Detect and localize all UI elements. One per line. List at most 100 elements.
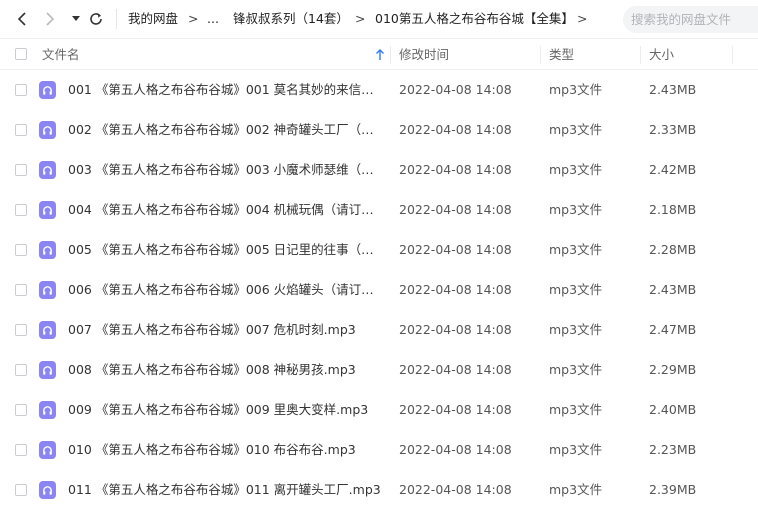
caret-down-icon <box>72 16 80 21</box>
file-name[interactable]: 010 《第五人格之布谷布谷城》010 布谷布谷.mp3 <box>68 442 386 458</box>
breadcrumb-separator: > <box>355 11 366 26</box>
row-checkbox[interactable] <box>15 404 27 416</box>
row-checkbox[interactable] <box>15 324 27 336</box>
file-type: mp3文件 <box>549 282 603 297</box>
breadcrumb-current-folder[interactable]: 010第五人格之布谷布谷城【全集】 <box>375 11 574 27</box>
headphones-icon <box>39 241 56 259</box>
row-checkbox[interactable] <box>15 124 27 136</box>
file-type: mp3文件 <box>549 442 603 457</box>
file-row[interactable]: 007 《第五人格之布谷布谷城》007 危机时刻.mp3 2022-04-08 … <box>0 310 758 350</box>
headphones-icon <box>39 361 56 379</box>
file-size: 2.43MB <box>649 282 697 297</box>
column-header-name[interactable]: 文件名 <box>42 47 80 63</box>
file-modified: 2022-04-08 14:08 <box>399 162 512 177</box>
file-name[interactable]: 006 《第五人格之布谷布谷城》006 火焰罐头（请订阅+... <box>68 282 386 298</box>
headphones-icon <box>39 81 56 99</box>
file-type: mp3文件 <box>549 162 603 177</box>
file-row[interactable]: 010 《第五人格之布谷布谷城》010 布谷布谷.mp3 2022-04-08 … <box>0 430 758 470</box>
file-type: mp3文件 <box>549 122 603 137</box>
file-type: mp3文件 <box>549 402 603 417</box>
file-size: 2.39MB <box>649 482 697 497</box>
file-name[interactable]: 008 《第五人格之布谷布谷城》008 神秘男孩.mp3 <box>68 362 386 378</box>
file-size: 2.23MB <box>649 442 697 457</box>
file-name[interactable]: 009 《第五人格之布谷布谷城》009 里奥大变样.mp3 <box>68 402 386 418</box>
history-dropdown-button[interactable] <box>66 9 86 29</box>
column-divider[interactable] <box>732 46 733 64</box>
toolbar-divider <box>116 9 117 29</box>
row-checkbox[interactable] <box>15 244 27 256</box>
row-checkbox[interactable] <box>15 484 27 496</box>
headphones-icon <box>39 401 56 419</box>
file-name[interactable]: 004 《第五人格之布谷布谷城》004 机械玩偶（请订阅+... <box>68 202 386 218</box>
file-modified: 2022-04-08 14:08 <box>399 322 512 337</box>
file-row[interactable]: 005 《第五人格之布谷布谷城》005 日记里的往事（请订... 2022-04… <box>0 230 758 270</box>
file-modified: 2022-04-08 14:08 <box>399 362 512 377</box>
headphones-icon <box>39 161 56 179</box>
file-size: 2.18MB <box>649 202 697 217</box>
refresh-icon <box>90 13 102 25</box>
file-row[interactable]: 004 《第五人格之布谷布谷城》004 机械玩偶（请订阅+... 2022-04… <box>0 190 758 230</box>
column-divider[interactable] <box>640 46 641 64</box>
file-row[interactable]: 008 《第五人格之布谷布谷城》008 神秘男孩.mp3 2022-04-08 … <box>0 350 758 390</box>
file-name[interactable]: 003 《第五人格之布谷布谷城》003 小魔术师瑟维（请订... <box>68 162 386 178</box>
breadcrumb-separator: > <box>577 11 588 26</box>
headphones-icon <box>39 121 56 139</box>
file-modified: 2022-04-08 14:08 <box>399 202 512 217</box>
back-button[interactable] <box>12 9 32 29</box>
file-name[interactable]: 002 《第五人格之布谷布谷城》002 神奇罐头工厂（请订... <box>68 122 386 138</box>
file-size: 2.28MB <box>649 242 697 257</box>
file-name[interactable]: 001 《第五人格之布谷布谷城》001 莫名其妙的来信（共... <box>68 82 386 98</box>
file-list-header: 文件名 修改时间 类型 大小 <box>0 38 758 70</box>
file-type: mp3文件 <box>549 322 603 337</box>
row-checkbox[interactable] <box>15 364 27 376</box>
file-row[interactable]: 003 《第五人格之布谷布谷城》003 小魔术师瑟维（请订... 2022-04… <box>0 150 758 190</box>
search-input[interactable]: 搜索我的网盘文件 <box>623 6 758 33</box>
column-header-modified[interactable]: 修改时间 <box>399 47 449 63</box>
file-modified: 2022-04-08 14:08 <box>399 442 512 457</box>
column-divider[interactable] <box>540 46 541 64</box>
column-divider[interactable] <box>390 46 391 64</box>
file-size: 2.47MB <box>649 322 697 337</box>
chevron-left-icon <box>17 12 26 26</box>
breadcrumb-my-drive[interactable]: 我的网盘 <box>128 11 178 27</box>
headphones-icon <box>39 201 56 219</box>
file-modified: 2022-04-08 14:08 <box>399 482 512 497</box>
file-type: mp3文件 <box>549 362 603 377</box>
file-type: mp3文件 <box>549 242 603 257</box>
row-checkbox[interactable] <box>15 284 27 296</box>
file-type: mp3文件 <box>549 82 603 97</box>
file-row[interactable]: 011 《第五人格之布谷布谷城》011 离开罐头工厂.mp3 2022-04-0… <box>0 470 758 510</box>
breadcrumb-series[interactable]: 锋叔叔系列（14套） <box>233 11 349 27</box>
row-checkbox[interactable] <box>15 204 27 216</box>
breadcrumb-separator: > <box>188 11 199 26</box>
file-size: 2.43MB <box>649 82 697 97</box>
file-row[interactable]: 002 《第五人格之布谷布谷城》002 神奇罐头工厂（请订... 2022-04… <box>0 110 758 150</box>
headphones-icon <box>39 321 56 339</box>
file-modified: 2022-04-08 14:08 <box>399 402 512 417</box>
file-size: 2.33MB <box>649 122 697 137</box>
file-row[interactable]: 006 《第五人格之布谷布谷城》006 火焰罐头（请订阅+... 2022-04… <box>0 270 758 310</box>
file-modified: 2022-04-08 14:08 <box>399 82 512 97</box>
column-header-type[interactable]: 类型 <box>549 47 574 63</box>
file-modified: 2022-04-08 14:08 <box>399 282 512 297</box>
file-size: 2.29MB <box>649 362 697 377</box>
refresh-button[interactable] <box>86 9 106 29</box>
row-checkbox[interactable] <box>15 164 27 176</box>
file-name[interactable]: 005 《第五人格之布谷布谷城》005 日记里的往事（请订... <box>68 242 386 258</box>
file-row[interactable]: 001 《第五人格之布谷布谷城》001 莫名其妙的来信（共... 2022-04… <box>0 70 758 110</box>
file-type: mp3文件 <box>549 202 603 217</box>
row-checkbox[interactable] <box>15 84 27 96</box>
select-all-checkbox[interactable] <box>15 48 27 60</box>
file-name[interactable]: 011 《第五人格之布谷布谷城》011 离开罐头工厂.mp3 <box>68 482 386 498</box>
column-header-size[interactable]: 大小 <box>649 47 674 63</box>
row-checkbox[interactable] <box>15 444 27 456</box>
file-name[interactable]: 007 《第五人格之布谷布谷城》007 危机时刻.mp3 <box>68 322 386 338</box>
file-size: 2.42MB <box>649 162 697 177</box>
sort-ascending-icon[interactable] <box>374 48 386 62</box>
chevron-right-icon <box>46 12 55 26</box>
forward-button[interactable] <box>40 9 60 29</box>
headphones-icon <box>39 281 56 299</box>
file-modified: 2022-04-08 14:08 <box>399 242 512 257</box>
breadcrumb-ellipsis[interactable]: ... <box>207 11 219 27</box>
file-row[interactable]: 009 《第五人格之布谷布谷城》009 里奥大变样.mp3 2022-04-08… <box>0 390 758 430</box>
